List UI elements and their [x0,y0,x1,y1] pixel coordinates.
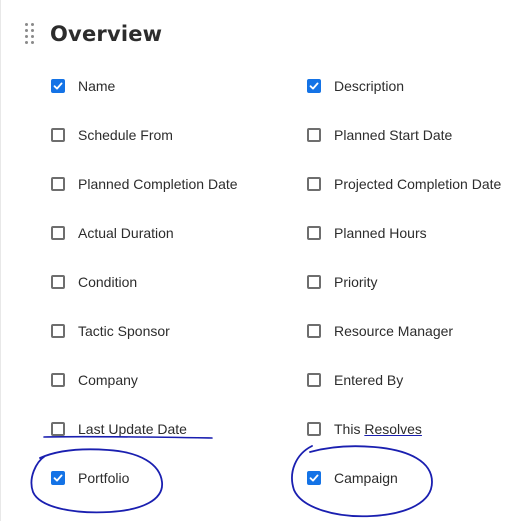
checkbox-unchecked[interactable] [307,373,321,387]
checkbox-unchecked[interactable] [307,324,321,338]
field-label: Tactic Sponsor [78,323,170,339]
checkbox-checked[interactable] [51,79,65,93]
field-option-planned-hours[interactable]: Planned Hours [307,221,427,245]
field-option-projected-completion-date[interactable]: Projected Completion Date [307,172,501,196]
checkbox-unchecked[interactable] [51,128,65,142]
checkbox-unchecked[interactable] [51,373,65,387]
field-label: Description [334,78,405,94]
field-label: Projected Completion Date [334,176,502,192]
checkbox-unchecked[interactable] [51,324,65,338]
checkmark-icon [309,474,319,482]
checkbox-unchecked[interactable] [51,275,65,289]
field-label: Campaign [334,470,398,486]
field-label: Last Update Date [78,421,187,437]
field-option-planned-completion-date[interactable]: Planned Completion Date [51,172,238,196]
field-label: Company [78,372,138,388]
checkbox-unchecked[interactable] [51,177,65,191]
field-label: Schedule From [78,127,173,143]
checkbox-unchecked[interactable] [51,226,65,240]
checkmark-icon [53,82,63,90]
field-label: Priority [334,274,378,290]
field-option-name[interactable]: Name [51,74,115,98]
field-label-underlined-part: Resolves [364,421,422,437]
checkbox-unchecked[interactable] [307,422,321,436]
field-option-this-resolves[interactable]: This Resolves [307,417,422,441]
checkbox-unchecked[interactable] [307,275,321,289]
field-label: Resource Manager [334,323,454,339]
checkbox-unchecked[interactable] [307,128,321,142]
field-label: Portfolio [78,470,130,486]
field-label: Condition [78,274,138,290]
field-label: Planned Completion Date [78,176,238,192]
field-option-planned-start-date[interactable]: Planned Start Date [307,123,452,147]
field-option-schedule-from[interactable]: Schedule From [51,123,173,147]
field-option-description[interactable]: Description [307,74,404,98]
field-label: Planned Start Date [334,127,453,143]
checkmark-icon [53,474,63,482]
field-label: Actual Duration [78,225,174,241]
panel-left-edge [0,0,1,521]
field-label: Name [78,78,116,94]
field-option-priority[interactable]: Priority [307,270,378,294]
field-label-part: This [334,421,365,437]
field-label: Planned Hours [334,225,427,241]
field-option-condition[interactable]: Condition [51,270,137,294]
checkbox-checked[interactable] [307,471,321,485]
field-option-resource-manager[interactable]: Resource Manager [307,319,453,343]
field-option-portfolio[interactable]: Portfolio [51,466,129,490]
checkbox-unchecked[interactable] [307,226,321,240]
section-header: Overview [22,18,162,50]
field-option-entered-by[interactable]: Entered By [307,368,403,392]
field-option-company[interactable]: Company [51,368,138,392]
checkbox-checked[interactable] [51,471,65,485]
field-label: This Resolves [334,421,422,437]
checkbox-unchecked[interactable] [51,422,65,436]
checkmark-icon [309,82,319,90]
checkbox-unchecked[interactable] [307,177,321,191]
field-option-actual-duration[interactable]: Actual Duration [51,221,174,245]
field-option-campaign[interactable]: Campaign [307,466,398,490]
checkbox-checked[interactable] [307,79,321,93]
field-option-tactic-sponsor[interactable]: Tactic Sponsor [51,319,170,343]
field-label: Entered By [334,372,404,388]
field-option-last-update-date[interactable]: Last Update Date [51,417,187,441]
drag-handle-icon[interactable] [25,23,35,45]
section-title: Overview [50,22,163,46]
